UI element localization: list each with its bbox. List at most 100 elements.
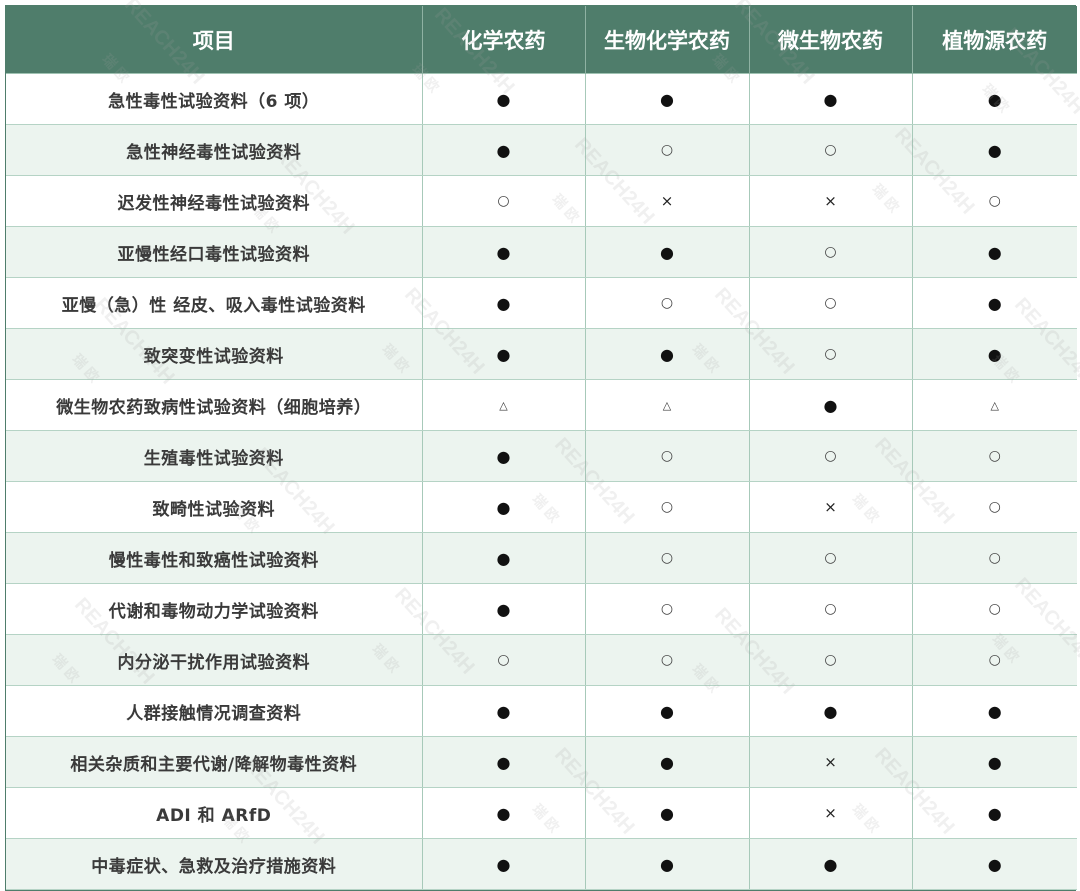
requirement-mark: ● (749, 685, 913, 737)
requirement-mark: ● (585, 787, 750, 839)
table-row: 生殖毒性试验资料 ● ○ ○ ○ (6, 430, 1077, 482)
requirement-mark: ○ (422, 634, 586, 686)
requirement-mark: ○ (585, 124, 750, 176)
requirement-mark: ● (912, 73, 1077, 125)
requirement-mark: ○ (749, 430, 913, 482)
requirement-mark: × (749, 175, 913, 227)
row-item-label: 人群接触情况调查资料 (6, 685, 423, 737)
requirement-mark: ● (912, 124, 1077, 176)
table-row: 亚慢（急）性 经皮、吸入毒性试验资料 ● ○ ○ ● (6, 277, 1077, 329)
requirement-mark: ● (422, 73, 586, 125)
row-item-label: 代谢和毒物动力学试验资料 (6, 583, 423, 635)
requirement-mark: ● (912, 736, 1077, 788)
requirement-mark: ● (422, 277, 586, 329)
row-item-label: 致畸性试验资料 (6, 481, 423, 533)
header-microbial: 微生物农药 (749, 6, 913, 74)
row-item-label: 亚慢性经口毒性试验资料 (6, 226, 423, 278)
requirement-mark: ● (585, 328, 750, 380)
requirement-mark: ○ (749, 328, 913, 380)
requirement-mark: △ (912, 379, 1077, 431)
table-frame: 项目 化学农药 生物化学农药 微生物农药 植物源农药 急性毒性试验资料（6 项）… (5, 5, 1077, 891)
requirement-mark: ○ (585, 481, 750, 533)
row-item-label: 中毒症状、急救及治疗措施资料 (6, 838, 423, 890)
requirement-mark: ● (422, 838, 586, 890)
requirement-mark: ○ (749, 634, 913, 686)
table-row: 微生物农药致病性试验资料（细胞培养） △ △ ● △ (6, 379, 1077, 431)
row-item-label: 急性毒性试验资料（6 项） (6, 73, 423, 125)
table-row: 亚慢性经口毒性试验资料 ● ● ○ ● (6, 226, 1077, 278)
requirement-mark: ● (912, 787, 1077, 839)
header-botanical: 植物源农药 (912, 6, 1077, 74)
requirement-mark: ○ (912, 430, 1077, 482)
table-row: 相关杂质和主要代谢/降解物毒性资料 ● ● × ● (6, 736, 1077, 788)
requirement-mark: × (749, 481, 913, 533)
requirement-mark: ○ (585, 532, 750, 584)
requirement-mark: ○ (912, 175, 1077, 227)
requirement-mark: ○ (749, 226, 913, 278)
requirement-mark: ● (422, 532, 586, 584)
table-row: 致畸性试验资料 ● ○ × ○ (6, 481, 1077, 533)
requirement-mark: ● (422, 226, 586, 278)
table-row: 慢性毒性和致癌性试验资料 ● ○ ○ ○ (6, 532, 1077, 584)
requirement-mark: ○ (422, 175, 586, 227)
requirement-mark: △ (422, 379, 586, 431)
row-item-label: 微生物农药致病性试验资料（细胞培养） (6, 379, 423, 431)
row-item-label: 慢性毒性和致癌性试验资料 (6, 532, 423, 584)
requirement-mark: ○ (585, 634, 750, 686)
requirement-mark: ○ (912, 532, 1077, 584)
table-row: ADI 和 ARfD ● ● × ● (6, 787, 1077, 839)
requirement-mark: ● (749, 379, 913, 431)
table-body: 急性毒性试验资料（6 项） ● ● ● ● 急性神经毒性试验资料 ● ○ ○ ● 迟发性神经毒性试验… (6, 73, 1077, 890)
requirement-mark: ● (585, 685, 750, 737)
row-item-label: ADI 和 ARfD (6, 787, 423, 839)
requirement-mark: ○ (585, 583, 750, 635)
row-item-label: 迟发性神经毒性试验资料 (6, 175, 423, 227)
requirement-mark: ● (912, 277, 1077, 329)
requirement-mark: ● (422, 328, 586, 380)
page: 项目 化学农药 生物化学农药 微生物农药 植物源农药 急性毒性试验资料（6 项）… (0, 0, 1080, 891)
requirement-mark: ● (912, 226, 1077, 278)
requirement-mark: ● (912, 328, 1077, 380)
requirement-mark: ● (585, 736, 750, 788)
requirement-mark: ● (912, 838, 1077, 890)
header-item: 项目 (6, 6, 423, 74)
table-row: 内分泌干扰作用试验资料 ○ ○ ○ ○ (6, 634, 1077, 686)
requirement-mark: ● (422, 787, 586, 839)
table-row: 迟发性神经毒性试验资料 ○ × × ○ (6, 175, 1077, 227)
requirement-mark: × (585, 175, 750, 227)
requirement-mark: ● (585, 226, 750, 278)
requirement-mark: ● (422, 685, 586, 737)
row-item-label: 内分泌干扰作用试验资料 (6, 634, 423, 686)
requirement-mark: ○ (912, 481, 1077, 533)
row-item-label: 致突变性试验资料 (6, 328, 423, 380)
row-item-label: 生殖毒性试验资料 (6, 430, 423, 482)
requirement-mark: ● (422, 481, 586, 533)
requirement-mark: ○ (585, 430, 750, 482)
requirement-mark: ● (422, 736, 586, 788)
requirement-mark: ● (422, 583, 586, 635)
row-item-label: 亚慢（急）性 经皮、吸入毒性试验资料 (6, 277, 423, 329)
requirement-mark: ○ (912, 634, 1077, 686)
table-row: 人群接触情况调查资料 ● ● ● ● (6, 685, 1077, 737)
requirement-mark: ○ (749, 124, 913, 176)
requirement-mark: ○ (749, 277, 913, 329)
requirement-mark: ● (422, 124, 586, 176)
requirement-mark: ● (749, 73, 913, 125)
pesticide-data-table: 项目 化学农药 生物化学农药 微生物农药 植物源农药 急性毒性试验资料（6 项）… (6, 6, 1077, 890)
table-row: 代谢和毒物动力学试验资料 ● ○ ○ ○ (6, 583, 1077, 635)
requirement-mark: × (749, 787, 913, 839)
requirement-mark: ● (912, 685, 1077, 737)
requirement-mark: △ (585, 379, 750, 431)
requirement-mark: ● (749, 838, 913, 890)
table-row: 致突变性试验资料 ● ● ○ ● (6, 328, 1077, 380)
header-chemical: 化学农药 (422, 6, 586, 74)
requirement-mark: ○ (912, 583, 1077, 635)
table-header-row: 项目 化学农药 生物化学农药 微生物农药 植物源农药 (6, 6, 1077, 74)
requirement-mark: × (749, 736, 913, 788)
table-row: 中毒症状、急救及治疗措施资料 ● ● ● ● (6, 838, 1077, 890)
requirement-mark: ● (422, 430, 586, 482)
requirement-mark: ○ (749, 583, 913, 635)
row-item-label: 相关杂质和主要代谢/降解物毒性资料 (6, 736, 423, 788)
requirement-mark: ○ (585, 277, 750, 329)
requirement-mark: ● (585, 838, 750, 890)
